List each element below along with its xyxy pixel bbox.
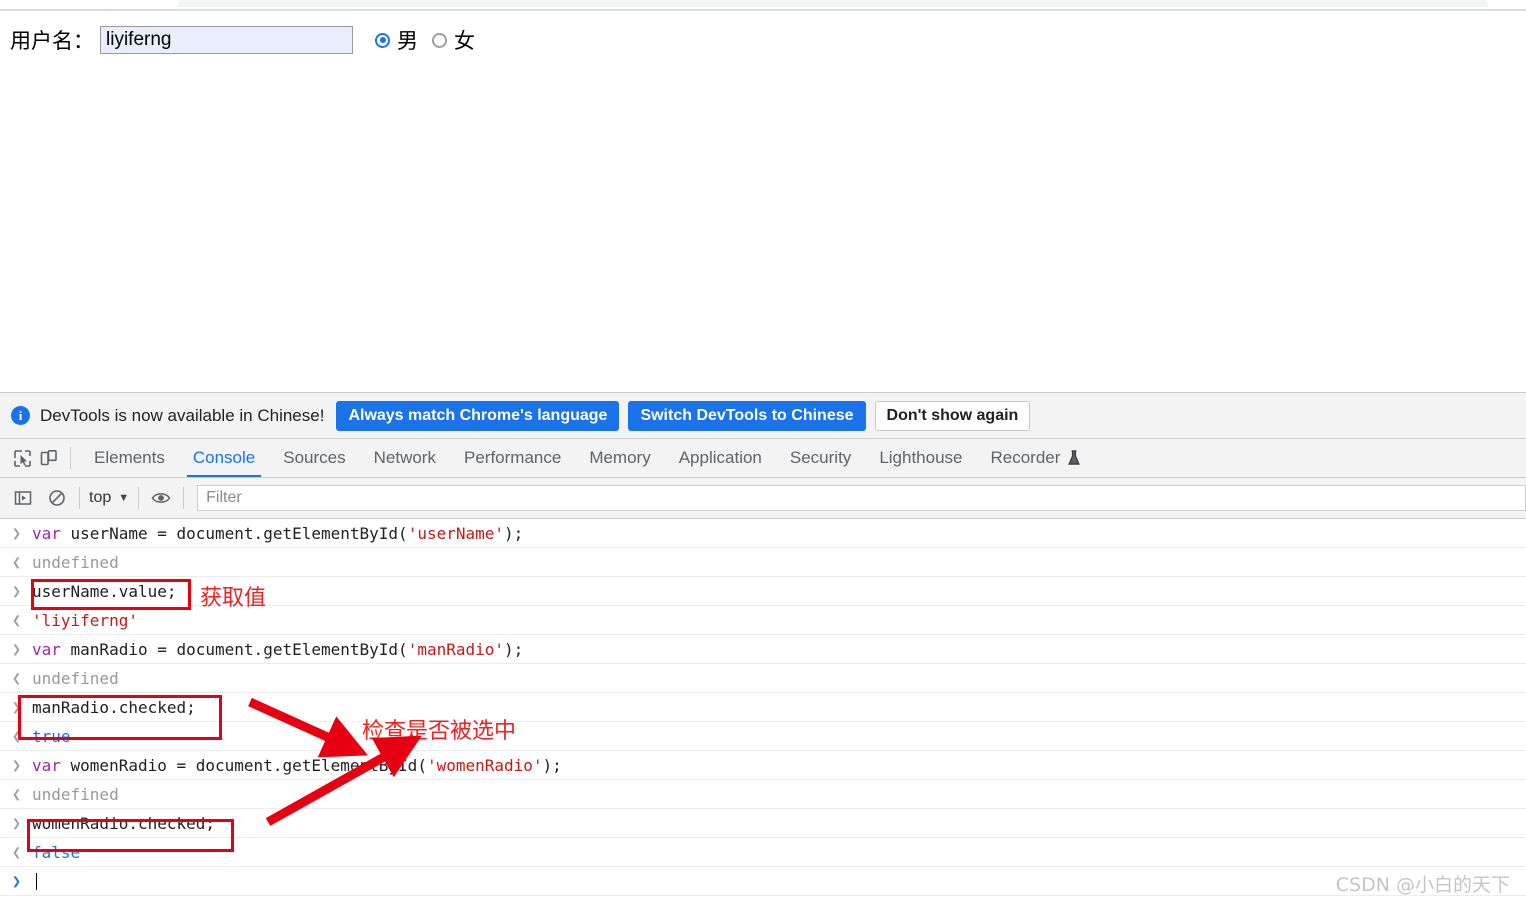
toolbar-divider [70, 447, 71, 469]
console-text: true [32, 726, 71, 746]
console-text: var [32, 523, 71, 543]
console-text: manRadio = document.getElementById( [70, 639, 408, 659]
console-toolbar: top ▼ [0, 478, 1526, 519]
console-output-row: ❮ false [0, 838, 1526, 867]
output-arrow-icon: ❮ [12, 552, 22, 571]
console-toolbar-divider-2 [138, 487, 140, 509]
console-log-list[interactable]: ❯ var userName = document.getElementById(… [0, 519, 1526, 914]
console-output-row: ❮ undefined [0, 548, 1526, 577]
tab-performance[interactable]: Performance [450, 439, 575, 477]
tab-security[interactable]: Security [776, 439, 865, 477]
flask-icon [1067, 450, 1081, 466]
console-text: ); [542, 755, 562, 775]
input-arrow-icon: ❯ [12, 697, 22, 716]
console-context-selector[interactable]: top ▼ [89, 489, 129, 507]
input-arrow-icon: ❯ [12, 581, 22, 600]
username-label: 用户名： [10, 29, 94, 53]
console-text: 'liyiferng' [32, 610, 138, 630]
user-form-row: 用户名： 男 女 [10, 23, 489, 57]
csdn-watermark: CSDN @小白的天下 [1335, 874, 1510, 896]
tab-application[interactable]: Application [665, 439, 776, 477]
console-text: undefined [32, 668, 119, 688]
banner-message: DevTools is now available in Chinese! [40, 405, 325, 425]
browser-tab-strip-edge [178, 0, 1488, 7]
inspect-element-icon[interactable] [9, 445, 35, 471]
console-text: false [32, 842, 81, 862]
tab-recorder-label: Recorder [990, 448, 1061, 467]
console-toolbar-divider-3 [183, 487, 185, 509]
console-output-row: ❮ true [0, 722, 1526, 751]
console-text: womenRadio = document.getElementById( [70, 755, 427, 775]
console-output-row: ❮ 'liyiferng' [0, 606, 1526, 635]
console-text: 'userName' [407, 523, 505, 543]
console-text: ); [504, 523, 524, 543]
input-arrow-icon: ❯ [12, 523, 22, 542]
output-arrow-icon: ❮ [12, 784, 22, 803]
console-text: userName = document.getElementById( [70, 523, 408, 543]
chevron-down-icon: ▼ [118, 492, 130, 504]
tab-console[interactable]: Console [179, 439, 269, 477]
page-viewport: 用户名： 男 女 [0, 11, 1526, 392]
console-input-row: ❯ userName.value; [0, 577, 1526, 606]
console-output-row: ❮ undefined [0, 664, 1526, 693]
tab-lighthouse[interactable]: Lighthouse [865, 439, 976, 477]
console-sidebar-icon[interactable] [10, 485, 36, 511]
radio-male[interactable] [375, 32, 390, 48]
input-arrow-icon: ❯ [12, 813, 22, 832]
console-text: var [32, 639, 71, 659]
radio-male-label: 男 [397, 29, 418, 53]
devtools-language-banner: i DevTools is now available in Chinese! … [0, 393, 1526, 439]
radio-female-label: 女 [454, 29, 475, 53]
console-filter-input[interactable] [197, 485, 1526, 511]
always-match-language-button[interactable]: Always match Chrome's language [336, 400, 620, 431]
devtools-panel: i DevTools is now available in Chinese! … [0, 392, 1526, 914]
dont-show-again-button[interactable]: Don't show again [874, 400, 1031, 431]
console-context-value: top [89, 489, 112, 506]
output-arrow-icon: ❮ [12, 668, 22, 687]
clear-console-icon[interactable] [44, 485, 70, 511]
tab-network[interactable]: Network [360, 439, 450, 477]
info-icon: i [11, 406, 30, 425]
device-toolbar-icon[interactable] [35, 445, 61, 471]
console-input-row: ❯ var womenRadio = document.getElementByI… [0, 751, 1526, 780]
console-text: womenRadio.checked; [32, 813, 216, 833]
text-cursor [36, 872, 37, 890]
console-text: undefined [32, 784, 119, 804]
switch-devtools-language-button[interactable]: Switch DevTools to Chinese [628, 400, 866, 431]
input-arrow-icon: ❯ [12, 871, 22, 890]
console-input-row: ❯ womenRadio.checked; [0, 809, 1526, 838]
devtools-tab-strip: Elements Console Sources Network Perform… [0, 439, 1526, 478]
tab-sources[interactable]: Sources [269, 439, 359, 477]
console-text: manRadio.checked; [32, 697, 196, 717]
console-text: undefined [32, 552, 119, 572]
input-arrow-icon: ❯ [12, 755, 22, 774]
browser-chrome-sliver [0, 0, 1526, 11]
console-text: userName.value; [32, 581, 177, 601]
console-text: 'womenRadio' [426, 755, 543, 775]
console-toolbar-divider-1 [79, 487, 80, 509]
live-expression-eye-icon[interactable] [148, 485, 174, 511]
console-prompt-row[interactable]: ❯ [0, 867, 1526, 896]
gender-radio-group: 男 女 [375, 25, 489, 55]
console-input-row: ❯ var manRadio = document.getElementById(… [0, 635, 1526, 664]
tab-memory[interactable]: Memory [575, 439, 664, 477]
console-output-row: ❮ undefined [0, 780, 1526, 809]
console-input-row: ❯ manRadio.checked; [0, 693, 1526, 722]
output-arrow-icon: ❮ [12, 726, 22, 745]
output-arrow-icon: ❮ [12, 610, 22, 629]
input-arrow-icon: ❯ [12, 639, 22, 658]
console-input-row: ❯ var userName = document.getElementById(… [0, 519, 1526, 548]
username-input[interactable] [100, 26, 353, 54]
console-text: ); [504, 639, 524, 659]
tab-recorder[interactable]: Recorder [977, 439, 1096, 477]
console-text: 'manRadio' [407, 639, 505, 659]
radio-female[interactable] [432, 32, 447, 48]
tab-elements[interactable]: Elements [80, 439, 179, 477]
output-arrow-icon: ❮ [12, 842, 22, 861]
console-text: var [32, 755, 71, 775]
